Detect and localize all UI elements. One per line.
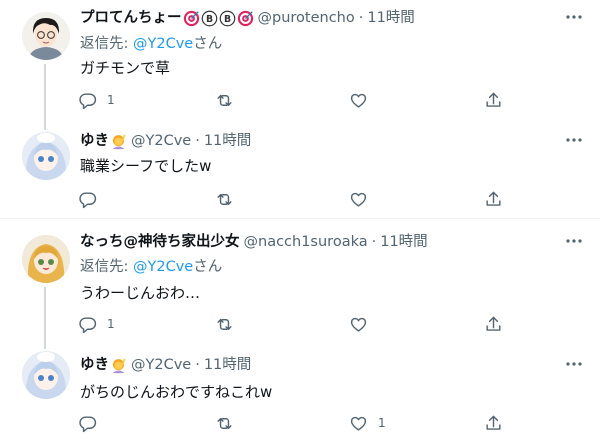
reply-button[interactable]: 1 [78,89,115,111]
action-bar: 1 [78,313,508,335]
circled-b-emoji: B [201,10,217,26]
like-button[interactable] [349,313,368,335]
thread-line [44,345,46,349]
like-button[interactable] [349,89,368,111]
timestamp[interactable]: 11時間 [204,131,251,151]
tweet-2[interactable]: ゆき @Y2Cve · 11時間 職業シーフでしたw [0,124,600,218]
separator-dot: · [358,10,364,26]
avatar[interactable] [22,12,70,60]
retweet-icon [217,94,232,106]
svg-text:B: B [205,13,212,24]
target-emoji [237,10,253,26]
retweet-icon [217,318,232,330]
tweet-4[interactable]: ゆき @Y2Cve · 11時間 がちのじんおわですねこれw 1 [0,345,600,441]
avatar-image [22,351,70,399]
handle[interactable]: @nacch1suroaka [244,232,368,252]
avatar[interactable] [22,132,70,180]
display-name[interactable]: ゆき [80,131,109,151]
tweet-text: がちのじんおわですねこれw [80,383,273,401]
tweet-text: うわーじんおわ… [80,284,201,302]
avatar-image [22,12,70,60]
reply-button[interactable] [78,188,107,210]
share-icon [486,191,501,206]
woman-raising-hand-emoji [112,134,126,149]
reply-button[interactable] [78,412,107,434]
more-icon[interactable] [563,8,585,28]
reply-count: 1 [107,93,115,107]
handle[interactable]: @Y2Cve [131,355,191,375]
share-button[interactable] [484,89,503,111]
avatar-image [22,132,70,180]
display-name[interactable]: ゆき [80,355,109,375]
timestamp[interactable]: 11時間 [367,8,414,28]
tweet-1[interactable]: プロてんちょー B B @purotencho · 11時間 返信先: @Y2C… [0,0,600,124]
svg-text:B: B [223,13,230,24]
replying-to-label: 返信先: [80,36,133,52]
replying-to-label: 返信先: [80,259,133,275]
reply-button[interactable]: 1 [78,313,115,335]
share-button[interactable] [484,313,503,335]
tweet-text: 職業シーフでしたw [80,157,212,175]
like-icon [350,93,367,108]
like-icon [350,317,367,332]
retweet-button[interactable] [215,313,234,335]
retweet-button[interactable] [215,89,234,111]
thread-line [44,287,46,345]
reply-icon [79,415,97,432]
action-bar: 1 [78,412,508,434]
reply-icon [79,92,97,109]
circled-b-emoji: B [219,10,235,26]
separator-dot: · [195,357,200,373]
like-icon [350,192,367,207]
reply-count: 1 [107,317,115,331]
avatar[interactable] [22,235,70,283]
handle[interactable]: @purotencho [258,8,355,28]
avatar[interactable] [22,351,70,399]
share-button[interactable] [484,188,503,210]
share-button[interactable] [484,412,503,434]
tweet-3[interactable]: なっち@神待ち家出少女 @nacch1suroaka · 11時間 返信先: @… [0,219,600,345]
share-icon [486,316,501,331]
share-icon [486,92,501,107]
mention-link[interactable]: @Y2Cve [133,36,193,52]
separator-dot: · [371,234,377,250]
woman-raising-hand-emoji [112,358,126,373]
action-bar [78,188,508,210]
like-count: 1 [378,416,386,430]
display-name[interactable]: なっち@神待ち家出少女 [80,232,240,252]
handle[interactable]: @Y2Cve [131,131,191,151]
retweet-button[interactable] [215,188,234,210]
timestamp[interactable]: 11時間 [204,355,251,375]
share-icon [486,415,501,430]
like-button[interactable] [349,188,368,210]
tweet-text: ガチモンで草 [80,59,171,77]
retweet-icon [217,193,232,205]
replying-to: 返信先: @Y2Cveさん [80,34,222,54]
avatar-image [22,235,70,283]
replying-to-suffix: さん [193,36,223,52]
tweet-header: なっち@神待ち家出少女 @nacch1suroaka · 11時間 [80,232,428,252]
mention-link[interactable]: @Y2Cve [133,259,193,275]
retweet-icon [217,417,232,429]
thread-line [44,124,46,130]
replying-to-suffix: さん [193,259,223,275]
reply-icon [79,316,97,333]
tweet-header: ゆき @Y2Cve · 11時間 [80,355,251,375]
more-icon[interactable] [563,131,585,151]
tweet-header: プロてんちょー B B @purotencho · 11時間 [80,8,415,28]
separator-dot: · [195,133,200,149]
timestamp[interactable]: 11時間 [380,232,427,252]
target-emoji [183,10,199,26]
thread-line [44,64,46,124]
reply-icon [79,191,97,208]
replying-to: 返信先: @Y2Cveさん [80,257,222,277]
more-icon[interactable] [563,355,585,375]
more-icon[interactable] [563,232,585,252]
retweet-button[interactable] [215,412,234,434]
tweet-header: ゆき @Y2Cve · 11時間 [80,131,251,151]
like-button[interactable]: 1 [349,412,386,434]
action-bar: 1 [78,89,508,111]
like-icon [350,416,367,431]
display-name[interactable]: プロてんちょー [80,8,182,28]
